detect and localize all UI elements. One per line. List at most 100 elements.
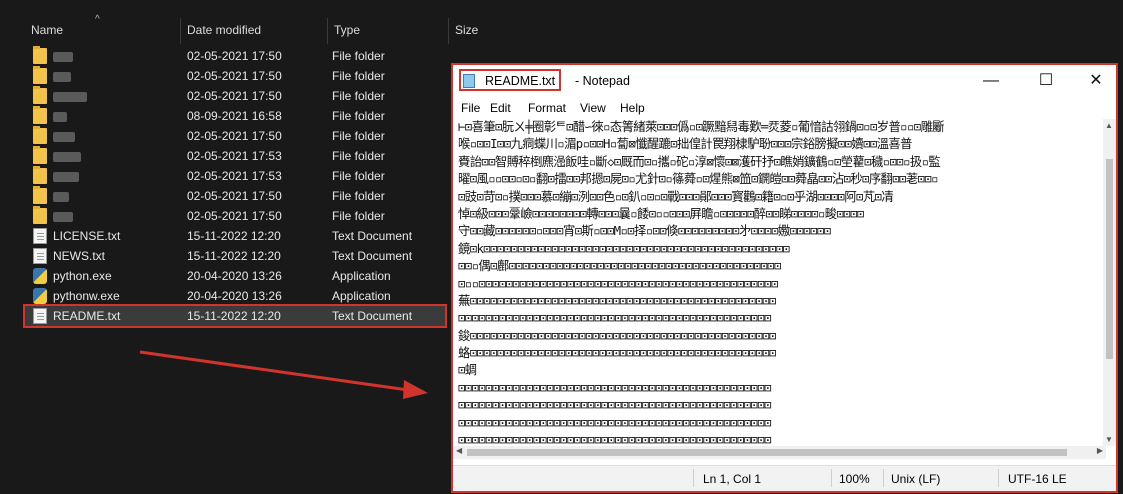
text-editor-area[interactable]: ⊢⊡喜筆⊡朊ㄨ╪圈彰ᄐ⊡醋∽徠▫态箐緒萊⊡⊡⊡僞▫⊡蹶黯舄毒歎═烎菱▫葡愔詁翎鍋… xyxy=(453,119,1106,446)
file-name[interactable]: LICENSE.txt xyxy=(53,229,120,243)
file-name[interactable]: pythonw.exe xyxy=(53,289,120,303)
close-button[interactable]: ✕ xyxy=(1073,69,1119,93)
column-date-header[interactable]: Date modified xyxy=(187,23,261,37)
folder-icon xyxy=(33,126,47,144)
sort-ascending-icon: ^ xyxy=(95,14,100,25)
redacted-name xyxy=(53,171,79,182)
file-type: File folder xyxy=(332,149,385,163)
text-line: ⊡▫▫⊡⊡⊡⊡⊡⊡⊡⊡⊡⊡⊡⊡⊡⊡⊡⊡⊡⊡⊡⊡⊡⊡⊡⊡⊡⊡⊡⊡⊡⊡⊡⊡⊡⊡⊡⊡⊡… xyxy=(458,276,778,291)
file-row[interactable]: 02-05-2021 17:50 File folder xyxy=(25,206,445,226)
line-ending-label: Unix (LF) xyxy=(891,472,941,486)
file-row[interactable]: 08-09-2021 16:58 File folder xyxy=(25,106,445,126)
text-line: ⊡⊡⊡⊡⊡⊡⊡⊡⊡⊡⊡⊡⊡⊡⊡⊡⊡⊡⊡⊡⊡⊡⊡⊡⊡⊡⊡⊡⊡⊡⊡⊡⊡⊡⊡⊡⊡⊡⊡⊡… xyxy=(458,415,772,430)
file-date: 15-11-2022 12:20 xyxy=(187,229,281,243)
redacted-name xyxy=(53,211,73,222)
file-date: 15-11-2022 12:20 xyxy=(187,249,281,263)
file-name[interactable]: README.txt xyxy=(53,309,120,323)
folder-icon xyxy=(33,166,47,184)
notepad-app-icon xyxy=(463,74,475,88)
notepad-title-bar[interactable]: README.txt - Notepad — ☐ ✕ xyxy=(453,65,1116,95)
maximize-button[interactable]: ☐ xyxy=(1023,69,1069,93)
column-name-header[interactable]: Name xyxy=(31,23,63,37)
redacted-name xyxy=(53,71,71,82)
text-line: ⊡⊡⊡⊡⊡⊡⊡⊡⊡⊡⊡⊡⊡⊡⊡⊡⊡⊡⊡⊡⊡⊡⊡⊡⊡⊡⊡⊡⊡⊡⊡⊡⊡⊡⊡⊡⊡⊡⊡⊡… xyxy=(458,380,772,395)
file-row[interactable]: python.exe 20-04-2020 13:26 Application xyxy=(25,266,445,286)
file-name[interactable] xyxy=(53,89,87,103)
text-line: ⊢⊡喜筆⊡朊ㄨ╪圈彰ᄐ⊡醋∽徠▫态箐緒萊⊡⊡⊡僞▫⊡蹶黯舄毒歎═烎菱▫葡愔詁翎鍋… xyxy=(458,120,945,134)
text-line: 悼⊡級⊡⊡⊡鞷嶮⊡⊡⊡⊡⊡⊡⊡⊡轉⊡⊡⊡曩▫餧⊡▫▫⊡⊡⊡屛瞻▫⊡⊡⊡⊡⊡醉⊡⊡… xyxy=(458,206,864,221)
text-line: ⊡⊡⊡⊡⊡⊡⊡⊡⊡⊡⊡⊡⊡⊡⊡⊡⊡⊡⊡⊡⊡⊡⊡⊡⊡⊡⊡⊡⊡⊡⊡⊡⊡⊡⊡⊡⊡⊡⊡⊡… xyxy=(458,311,772,326)
file-name[interactable] xyxy=(53,169,79,183)
cursor-position: Ln 1, Col 1 xyxy=(703,472,762,486)
file-date: 02-05-2021 17:50 xyxy=(187,69,282,83)
file-row[interactable]: 02-05-2021 17:50 File folder xyxy=(25,186,445,206)
vertical-scroll-thumb[interactable] xyxy=(1106,159,1113,359)
menu-edit[interactable]: Edit xyxy=(490,101,511,115)
file-row[interactable]: 02-05-2021 17:53 File folder xyxy=(25,146,445,166)
text-line: 曜⊡風▫▫⊡⊡▫⊡▫翻⊡擂⊡⊡邦摁⊡屍⊡▫尤針⊡▫篠蕣▫⊡煋熊⊠笽⊡鐦皚⊡⊡蕣皛… xyxy=(458,172,939,187)
file-name[interactable]: python.exe xyxy=(53,269,112,283)
file-name[interactable] xyxy=(53,129,75,143)
file-type: File folder xyxy=(332,189,385,203)
file-name[interactable] xyxy=(53,49,73,63)
column-divider[interactable] xyxy=(180,18,181,44)
scroll-right-icon[interactable]: ▶ xyxy=(1097,446,1103,455)
redacted-name xyxy=(53,151,81,162)
file-name[interactable]: NEWS.txt xyxy=(53,249,105,263)
file-row[interactable]: pythonw.exe 20-04-2020 13:26 Application xyxy=(25,286,445,306)
file-type: Text Document xyxy=(332,229,413,243)
file-date: 02-05-2021 17:50 xyxy=(187,129,282,143)
file-type: File folder xyxy=(332,209,385,223)
redacted-name xyxy=(53,91,87,102)
file-row[interactable]: 02-05-2021 17:53 File folder xyxy=(25,166,445,186)
horizontal-scrollbar[interactable]: ◀ ▶ xyxy=(453,446,1106,459)
text-line: 蕪⊡⊡⊡⊡⊡⊡⊡⊡⊡⊡⊡⊡⊡⊡⊡⊡⊡⊡⊡⊡⊡⊡⊡⊡⊡⊡⊡⊡⊡⊡⊡⊡⊡⊡⊡⊡⊡⊡⊡… xyxy=(458,293,776,308)
file-type: File folder xyxy=(332,169,385,183)
notepad-window[interactable]: README.txt - Notepad — ☐ ✕ File Edit For… xyxy=(451,63,1118,493)
file-name[interactable] xyxy=(53,69,71,83)
file-row[interactable]: 02-05-2021 17:50 File folder xyxy=(25,66,445,86)
menu-view[interactable]: View xyxy=(580,101,606,115)
column-divider[interactable] xyxy=(327,18,328,44)
column-size-header[interactable]: Size xyxy=(455,23,478,37)
scroll-down-icon[interactable]: ▼ xyxy=(1105,435,1113,444)
status-divider xyxy=(998,469,999,487)
vertical-scrollbar[interactable]: ▲ ▼ xyxy=(1103,119,1116,446)
file-row[interactable]: 02-05-2021 17:50 File folder xyxy=(25,126,445,146)
file-name[interactable] xyxy=(53,189,69,203)
file-date: 02-05-2021 17:50 xyxy=(187,49,282,63)
file-row[interactable]: NEWS.txt 15-11-2022 12:20 Text Document xyxy=(25,246,445,266)
menu-file[interactable]: File xyxy=(461,101,480,115)
folder-icon xyxy=(33,86,47,104)
status-divider xyxy=(693,469,694,487)
text-line: ⊡⊡⊡⊡⊡⊡⊡⊡⊡⊡⊡⊡⊡⊡⊡⊡⊡⊡⊡⊡⊡⊡⊡⊡⊡⊡⊡⊡⊡⊡⊡⊡⊡⊡⊡⊡⊡⊡⊡⊡… xyxy=(458,433,772,446)
file-type: File folder xyxy=(332,49,385,63)
scroll-left-icon[interactable]: ◀ xyxy=(456,446,462,455)
text-line: ⊡⊡▫偶⊡鄜⊡⊡⊡⊡⊡⊡⊡⊡⊡⊡⊡⊡⊡⊡⊡⊡⊡⊡⊡⊡⊡⊡⊡⊡⊡⊡⊡⊡⊡⊡⊡⊡⊡⊡… xyxy=(458,259,781,274)
horizontal-scroll-thumb[interactable] xyxy=(467,449,1067,456)
file-row-selected[interactable]: README.txt 15-11-2022 12:20 Text Document xyxy=(23,304,447,328)
folder-icon xyxy=(33,46,47,64)
column-divider[interactable] xyxy=(448,18,449,44)
scroll-up-icon[interactable]: ▲ xyxy=(1105,121,1113,130)
file-row[interactable]: 02-05-2021 17:50 File folder xyxy=(25,86,445,106)
file-name[interactable] xyxy=(53,149,81,163)
text-line: ⊡蜩 xyxy=(458,363,477,378)
file-date: 02-05-2021 17:50 xyxy=(187,189,282,203)
file-row[interactable]: LICENSE.txt 15-11-2022 12:20 Text Document xyxy=(25,226,445,246)
status-divider xyxy=(883,469,884,487)
menu-help[interactable]: Help xyxy=(620,101,645,115)
column-type-header[interactable]: Type xyxy=(334,23,360,37)
file-date: 02-05-2021 17:50 xyxy=(187,209,282,223)
text-line: 鏡⊡k⊡⊡⊡⊡⊡⊡⊡⊡⊡⊡⊡⊡⊡⊡⊡⊡⊡⊡⊡⊡⊡⊡⊡⊡⊡⊡⊡⊡⊡⊡⊡⊡⊡⊡⊡⊡⊡… xyxy=(458,241,790,256)
filename-label: README.txt xyxy=(485,74,556,88)
file-row[interactable]: 02-05-2021 17:50 File folder xyxy=(25,46,445,66)
minimize-button[interactable]: — xyxy=(968,69,1014,93)
file-name[interactable] xyxy=(53,209,73,223)
column-header-bar: ^ Name Date modified Type Size xyxy=(0,14,1123,44)
file-type: Application xyxy=(332,289,391,303)
folder-icon xyxy=(33,146,47,164)
encoding-label: UTF-16 LE xyxy=(1008,472,1067,486)
file-name[interactable] xyxy=(53,109,67,123)
menu-format[interactable]: Format xyxy=(528,101,566,115)
